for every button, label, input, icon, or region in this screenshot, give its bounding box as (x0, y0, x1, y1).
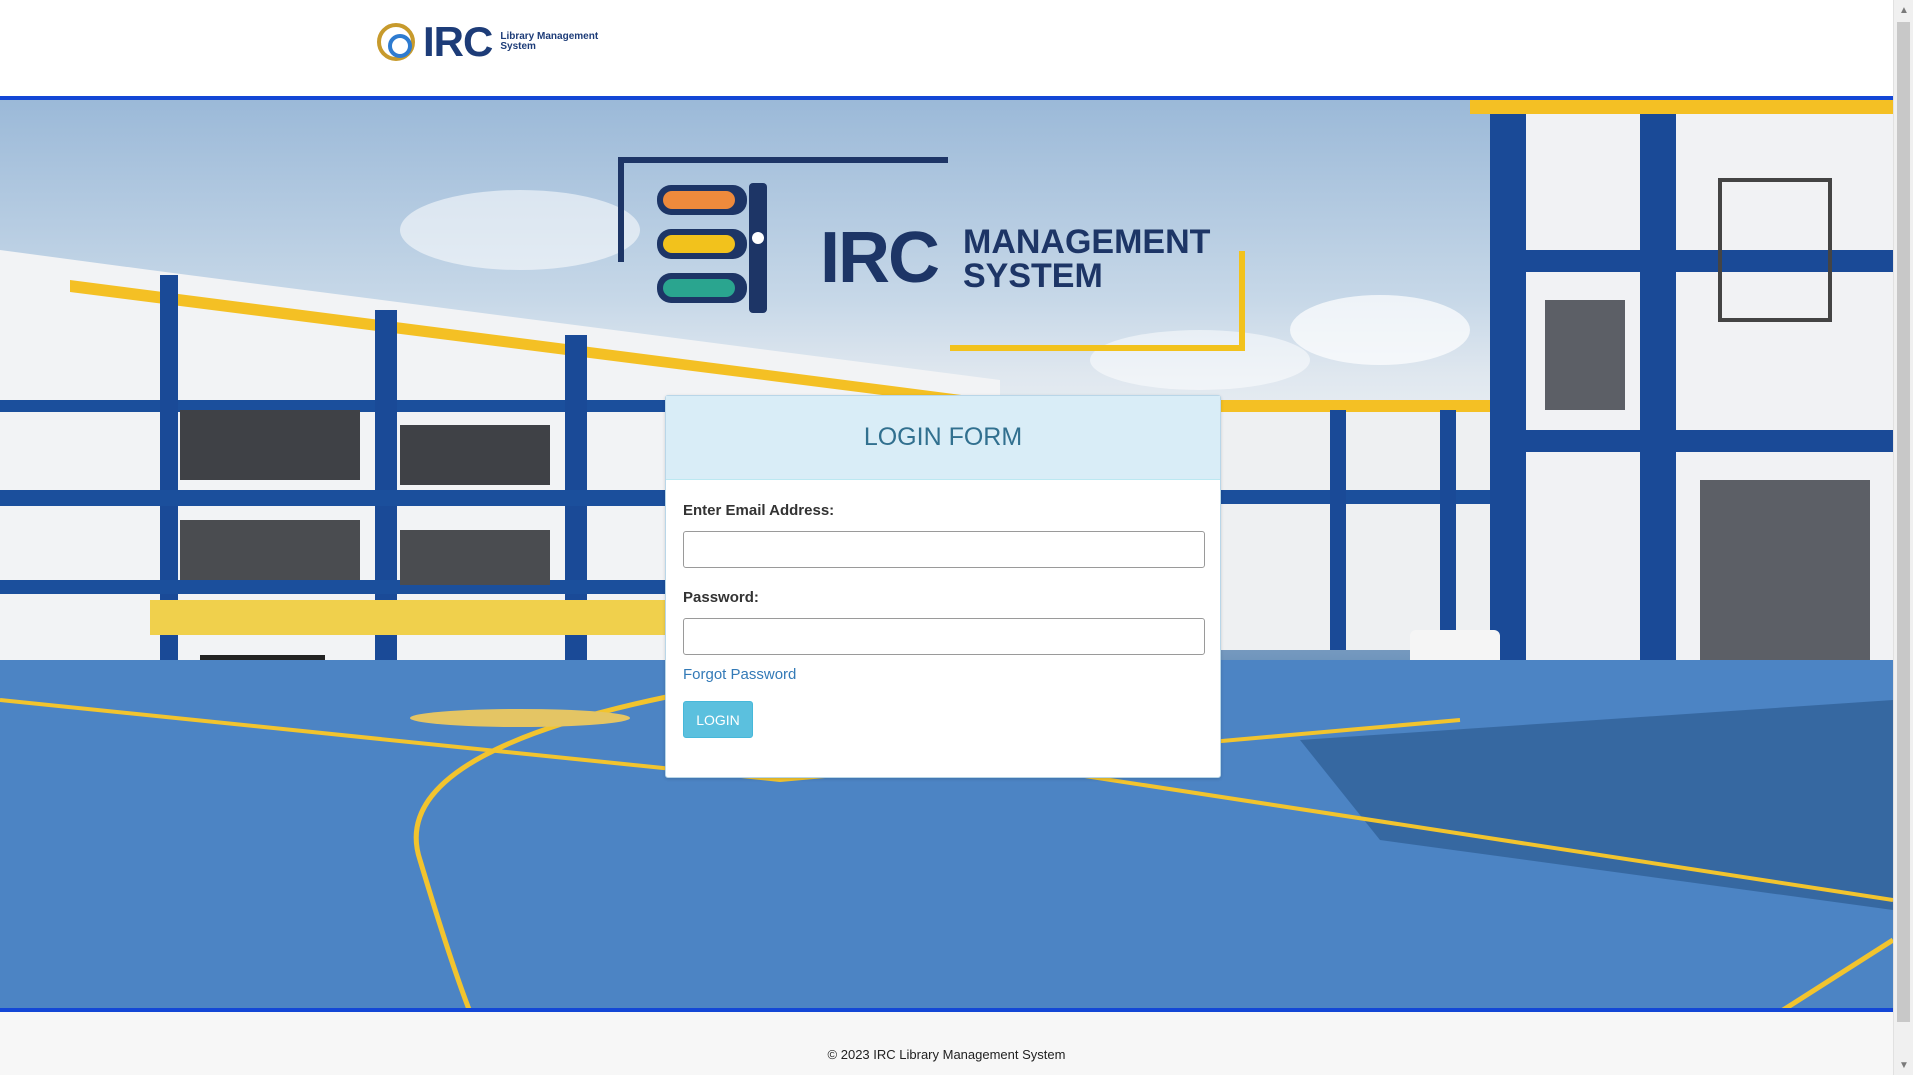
password-field[interactable] (683, 618, 1205, 655)
login-form-title: LOGIN FORM (863, 423, 1023, 451)
password-label: Password: (683, 589, 759, 606)
site-header: IRC Library Management System (0, 0, 1893, 100)
email-label: Enter Email Address: (683, 502, 835, 519)
scrollbar-thumb[interactable] (1897, 22, 1910, 1022)
brand-title: IRC (423, 18, 493, 65)
email-field[interactable] (683, 531, 1205, 568)
system-logo-subtitle: MANAGEMENT SYSTEM (963, 223, 1211, 295)
forgot-password-link[interactable]: Forgot Password (683, 666, 796, 683)
school-seal-icon (377, 23, 415, 61)
scroll-up-arrow-icon[interactable]: ▲ (1894, 0, 1913, 20)
system-logo-title: IRC (820, 218, 940, 298)
brand-subtitle: Library Management System (500, 31, 599, 52)
books-gear-icon (657, 183, 767, 313)
site-footer: © 2023 IRC Library Management System (0, 1008, 1893, 1075)
brand-logo[interactable]: IRC Library Management System (377, 18, 620, 66)
hero-background: IRC MANAGEMENT SYSTEM LOGIN FORM Enter E… (0, 100, 1893, 1012)
login-form-heading: LOGIN FORM (666, 396, 1220, 480)
login-button[interactable]: LOGIN (683, 701, 753, 738)
login-form: LOGIN FORM Enter Email Address: Password… (665, 395, 1221, 778)
system-logo: IRC MANAGEMENT SYSTEM (615, 155, 1245, 355)
vertical-scrollbar[interactable]: ▲ ▼ (1893, 0, 1913, 1075)
scroll-down-arrow-icon[interactable]: ▼ (1894, 1055, 1913, 1075)
copyright-text: © 2023 IRC Library Management System (827, 1047, 1066, 1062)
